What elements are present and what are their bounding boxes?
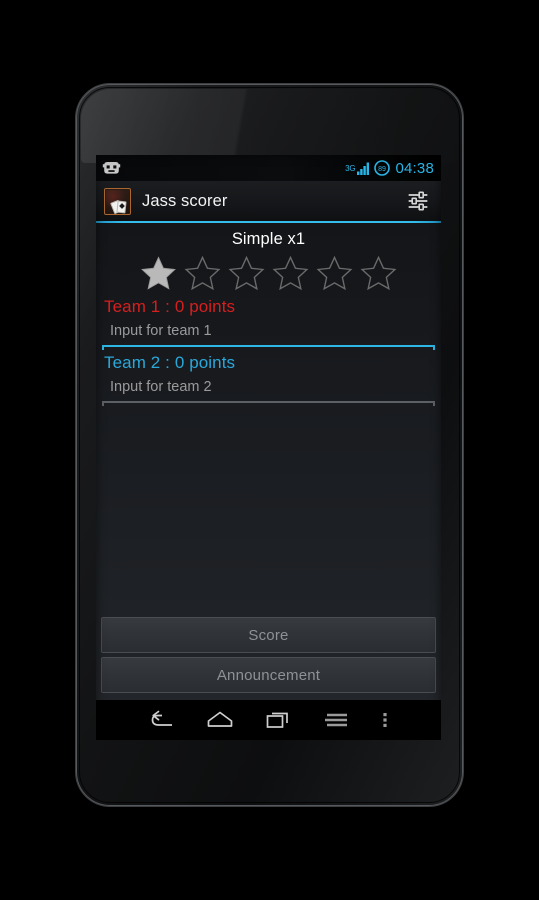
phone-screen: 3G 89 04:38 Jass scorer Simple x1 Team 1…: [96, 155, 441, 740]
team-1-score-label: Team 1 : 0 points: [104, 297, 236, 316]
app-title: Jass scorer: [142, 191, 228, 210]
back-arrow-icon[interactable]: [133, 700, 191, 740]
team-1-input-underline: [102, 345, 435, 350]
star-icon[interactable]: [183, 255, 222, 292]
multiplier-rating-bar[interactable]: [99, 249, 438, 294]
star-icon[interactable]: [227, 255, 266, 292]
team-1-block: Team 1 : 0 points: [99, 294, 438, 350]
overflow-dots-icon[interactable]: [365, 700, 405, 740]
game-mode-title: Simple x1: [231, 230, 306, 248]
cyanogenmod-logo-icon: [102, 161, 121, 175]
action-bar: Jass scorer: [96, 181, 441, 221]
home-icon[interactable]: [191, 700, 249, 740]
star-icon[interactable]: [271, 255, 310, 292]
star-icon[interactable]: [315, 255, 354, 292]
recent-apps-icon[interactable]: [249, 700, 307, 740]
battery-level-text: 89: [379, 166, 387, 173]
main-content: Simple x1 Team 1: 0 points Input for te…: [96, 223, 441, 700]
score-button[interactable]: Score: [101, 617, 436, 653]
signal-bars-icon: [357, 161, 370, 175]
status-bar[interactable]: 3G 89 04:38: [96, 155, 441, 181]
team-1-input[interactable]: [102, 317, 435, 345]
team-2-block: Team 2 : 0 points: [99, 350, 438, 406]
screen-glass-reflection: [81, 89, 458, 163]
team-2-input[interactable]: [102, 373, 435, 401]
jass-cards-app-icon: [104, 187, 131, 215]
sliders-settings-icon[interactable]: [401, 184, 435, 218]
system-navigation-bar: [96, 700, 441, 740]
star-icon[interactable]: [359, 255, 398, 292]
action-buttons-group: Score Announcement: [99, 617, 438, 700]
screenshot-root: 3G 89 04:38 Jass scorer Simple x1 Team 1…: [0, 0, 539, 900]
network-type-label: 3G: [345, 163, 356, 173]
team-2-score-label: Team 2 : 0 points: [104, 353, 236, 372]
announcement-button[interactable]: Announcement: [101, 657, 436, 693]
team-2-input-underline: [102, 401, 435, 406]
star-icon[interactable]: [139, 255, 178, 292]
status-bar-clock: 04:38: [395, 159, 434, 177]
status-indicators: 3G 89 04:38: [345, 160, 434, 177]
menu-lines-icon[interactable]: [307, 700, 365, 740]
battery-circle-icon: 89: [374, 160, 391, 176]
